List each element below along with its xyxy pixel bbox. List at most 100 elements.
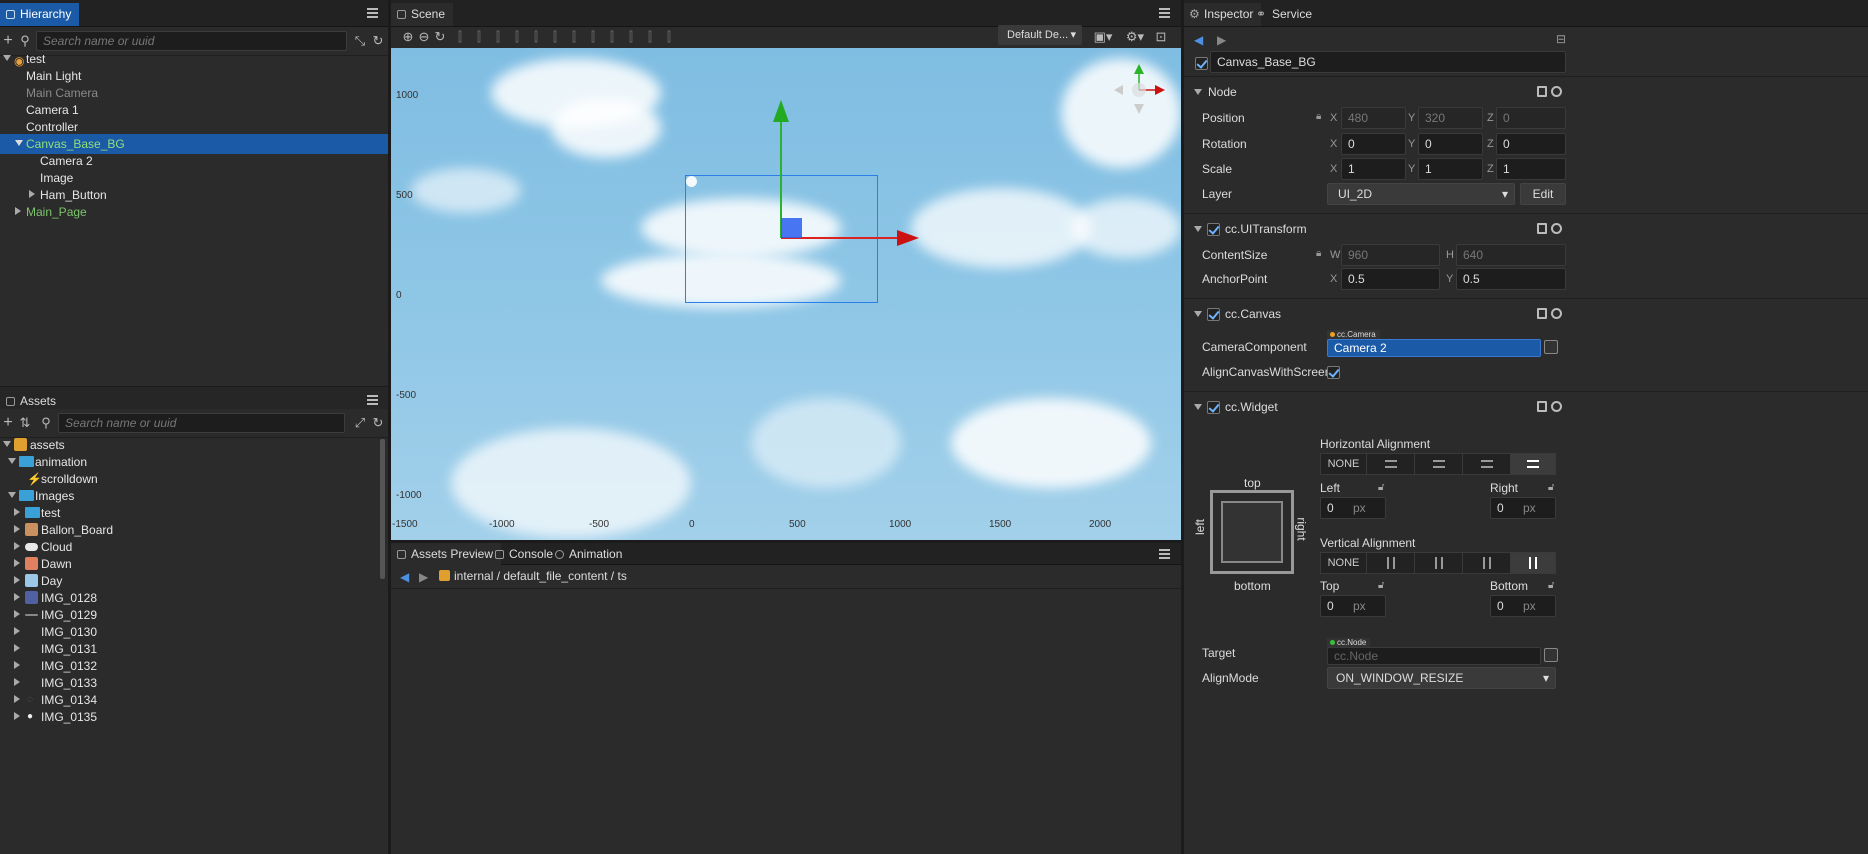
move-gizmo[interactable] (761, 98, 931, 308)
anchor-y-input[interactable]: 0.5 (1456, 268, 1566, 290)
menu-icon[interactable] (367, 395, 378, 405)
component-enabled-checkbox[interactable] (1207, 401, 1220, 414)
scale-z-input[interactable]: 1 (1496, 158, 1566, 180)
v-align-bottom-button[interactable] (1462, 552, 1511, 574)
target-field[interactable]: cc.Node (1327, 647, 1541, 665)
pick-object-icon[interactable] (1544, 648, 1558, 662)
align-left-icon[interactable]: ⫿ (452, 29, 468, 45)
widget-alignment-box[interactable] (1210, 490, 1294, 574)
gear-icon[interactable] (1551, 223, 1562, 234)
top-offset-input[interactable]: 0 px (1320, 595, 1386, 617)
canvas-section-header[interactable]: cc.Canvas (1184, 298, 1868, 328)
caret-down-icon[interactable] (8, 492, 16, 498)
camera-component-field[interactable]: Camera 2 (1327, 339, 1541, 357)
caret-down-icon[interactable] (3, 55, 11, 61)
distribute-hcenter-icon[interactable]: ⫿ (642, 29, 658, 45)
tab-scene[interactable]: Scene (391, 3, 454, 26)
gear-icon[interactable] (1551, 86, 1562, 97)
gear-icon[interactable] (1551, 308, 1562, 319)
h-align-none-button[interactable]: NONE (1320, 453, 1367, 475)
back-arrow-icon[interactable]: ◀ (400, 570, 409, 584)
align-vcenter-icon[interactable]: ⫿ (528, 29, 544, 45)
breadcrumb-segment[interactable]: internal (454, 569, 493, 583)
caret-down-icon[interactable] (3, 441, 11, 447)
h-align-center-button[interactable] (1414, 453, 1463, 475)
collapse-all-icon[interactable]: ⤡ (352, 33, 368, 49)
scene-viewport[interactable]: 1000 500 0 -500 -1000 -1500 -1000 -500 0… (391, 48, 1181, 540)
uitransform-section-header[interactable]: cc.UITransform (1184, 213, 1868, 243)
position-x-input[interactable]: 480 (1341, 107, 1406, 129)
caret-right-icon[interactable] (14, 695, 20, 703)
menu-icon[interactable] (367, 8, 378, 18)
search-filter-icon[interactable]: ⚲ (38, 415, 54, 431)
gear-icon[interactable]: ⚙▾ (1124, 29, 1146, 45)
back-arrow-icon[interactable]: ◀ (1194, 33, 1203, 47)
tree-item-main-page[interactable]: Main_Page (0, 202, 388, 222)
align-bottom-icon[interactable]: ⫿ (547, 29, 563, 45)
caret-down-icon[interactable] (1194, 404, 1202, 410)
refresh-icon[interactable]: ↻ (370, 33, 386, 49)
align-right-icon[interactable]: ⫿ (490, 29, 506, 45)
zoom-in-icon[interactable]: ⊕ (400, 29, 416, 45)
caret-down-icon[interactable] (8, 458, 16, 464)
distribute-bottom-icon[interactable]: ⫿ (604, 29, 620, 45)
lock-icon[interactable]: 🔒︎ (1316, 111, 1321, 122)
v-align-none-button[interactable]: NONE (1320, 552, 1367, 574)
caret-right-icon[interactable] (14, 644, 20, 652)
zoom-out-icon[interactable]: ⊖ (416, 29, 432, 45)
align-top-icon[interactable]: ⫿ (509, 29, 525, 45)
widget-section-header[interactable]: cc.Widget (1184, 391, 1868, 421)
left-offset-input[interactable]: 0 px (1320, 497, 1386, 519)
unlock-icon[interactable]: 🔓︎ (1378, 580, 1384, 591)
layer-edit-button[interactable]: Edit (1520, 183, 1566, 205)
rotation-x-input[interactable]: 0 (1341, 133, 1406, 155)
anchor-handle[interactable] (686, 176, 697, 187)
maximize-icon[interactable]: ⊡ (1153, 29, 1169, 45)
caret-right-icon[interactable] (14, 508, 20, 516)
camera-settings-icon[interactable]: ▣▾ (1092, 29, 1114, 45)
layer-select[interactable]: UI_2D ▾ (1327, 183, 1515, 205)
caret-right-icon[interactable] (14, 559, 20, 567)
asset-item-img-0135[interactable]: ● IMG_0135 (0, 707, 378, 727)
caret-right-icon[interactable] (14, 661, 20, 669)
gear-icon[interactable] (1551, 401, 1562, 412)
refresh-icon[interactable]: ↻ (370, 415, 386, 431)
component-enabled-checkbox[interactable] (1207, 223, 1220, 236)
sort-icon[interactable]: ⇅ (17, 415, 33, 431)
h-align-right-button[interactable] (1462, 453, 1511, 475)
node-section-header[interactable]: Node (1184, 76, 1868, 106)
caret-down-icon[interactable] (15, 140, 23, 146)
rotation-y-input[interactable]: 0 (1418, 133, 1483, 155)
caret-right-icon[interactable] (14, 593, 20, 601)
help-book-icon[interactable] (1537, 401, 1547, 412)
tab-service[interactable]: ⚭ Service (1252, 3, 1320, 26)
add-icon[interactable]: + (0, 415, 16, 431)
position-y-input[interactable]: 320 (1418, 107, 1483, 129)
breadcrumb-segment[interactable]: ts (617, 569, 626, 583)
distribute-left-icon[interactable]: ⫿ (623, 29, 639, 45)
caret-right-icon[interactable] (14, 627, 20, 635)
assets-search-input[interactable]: Search name or uuid (58, 413, 345, 433)
caret-right-icon[interactable] (29, 190, 35, 198)
lock-icon[interactable]: ⊟ (1556, 32, 1566, 46)
anchor-x-input[interactable]: 0.5 (1341, 268, 1440, 290)
content-height-input[interactable]: 640 (1456, 244, 1566, 266)
align-canvas-checkbox[interactable] (1327, 366, 1340, 379)
menu-icon[interactable] (1159, 549, 1170, 559)
hierarchy-search-input[interactable]: Search name or uuid (36, 31, 347, 51)
breadcrumb-segment[interactable]: default_file_content (503, 569, 607, 583)
component-enabled-checkbox[interactable] (1207, 308, 1220, 321)
distribute-vcenter-icon[interactable]: ⫿ (585, 29, 601, 45)
search-filter-icon[interactable]: ⚲ (17, 33, 33, 49)
caret-down-icon[interactable] (1194, 89, 1202, 95)
tab-assets-preview[interactable]: Assets Preview (391, 543, 502, 565)
scale-y-input[interactable]: 1 (1418, 158, 1483, 180)
content-width-input[interactable]: 960 (1341, 244, 1440, 266)
forward-arrow-icon[interactable]: ▶ (419, 570, 428, 584)
node-active-checkbox[interactable] (1195, 57, 1208, 70)
reset-zoom-icon[interactable]: ↻ (432, 29, 448, 45)
caret-right-icon[interactable] (14, 542, 20, 550)
caret-right-icon[interactable] (15, 207, 21, 215)
help-book-icon[interactable] (1537, 223, 1547, 234)
caret-right-icon[interactable] (14, 712, 20, 720)
